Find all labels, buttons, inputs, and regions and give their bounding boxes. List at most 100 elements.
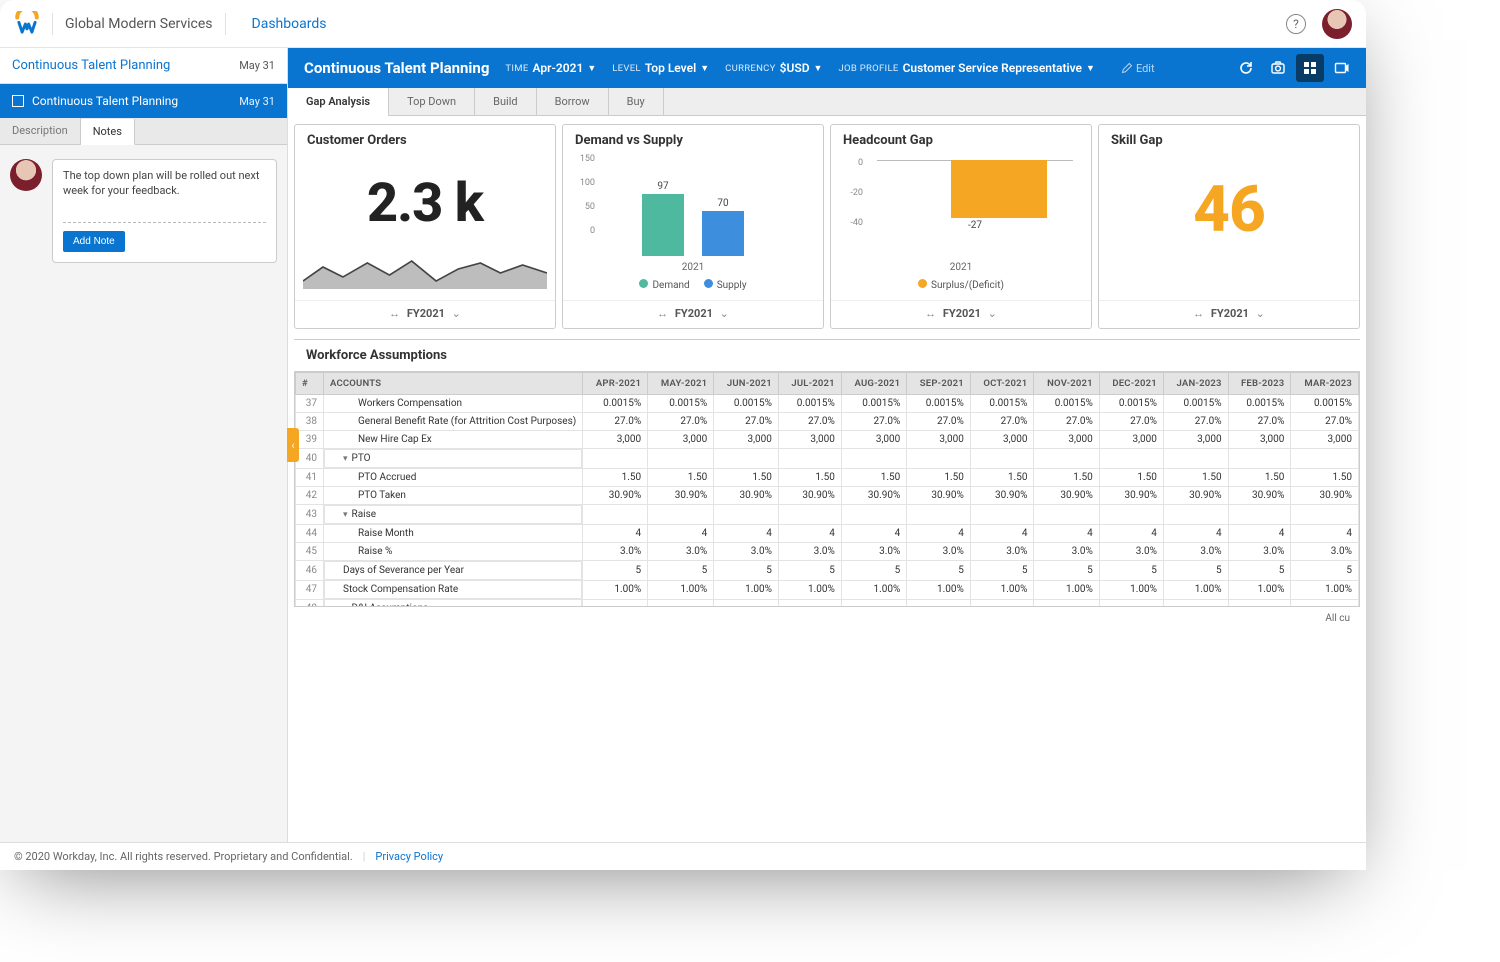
data-cell[interactable] (1163, 599, 1228, 607)
data-cell[interactable]: 5 (583, 561, 648, 581)
account-cell[interactable]: Raise Month (324, 525, 583, 543)
data-cell[interactable] (583, 599, 648, 607)
tab-borrow[interactable]: Borrow (537, 88, 609, 115)
data-cell[interactable]: 27.0% (583, 413, 648, 431)
data-cell[interactable] (778, 599, 841, 607)
data-cell[interactable]: 5 (714, 561, 779, 581)
data-cell[interactable]: 27.0% (1034, 413, 1099, 431)
account-cell[interactable]: General Benefit Rate (for Attrition Cost… (324, 413, 583, 431)
table-header[interactable]: NOV-2021 (1034, 373, 1099, 395)
table-row[interactable]: 42PTO Taken30.90%30.90%30.90%30.90%30.90… (296, 487, 1359, 505)
sidebar-collapse-handle[interactable]: ‹ (287, 428, 299, 462)
table-row[interactable]: 44Raise Month444444444444 (296, 525, 1359, 543)
data-cell[interactable]: 0.0015% (648, 395, 714, 413)
table-row[interactable]: 41PTO Accrued1.501.501.501.501.501.501.5… (296, 469, 1359, 487)
table-header[interactable]: # (296, 373, 324, 395)
data-cell[interactable]: 3,000 (907, 431, 971, 449)
data-cell[interactable] (583, 449, 648, 469)
data-cell[interactable]: 30.90% (1291, 487, 1359, 505)
filter-job-profile[interactable]: JOB PROFILE Customer Service Representat… (838, 61, 1094, 75)
data-cell[interactable]: 1.50 (778, 469, 841, 487)
data-cell[interactable]: 4 (907, 525, 971, 543)
table-header[interactable]: OCT-2021 (970, 373, 1034, 395)
data-cell[interactable]: 3.0% (648, 543, 714, 561)
data-cell[interactable]: 4 (778, 525, 841, 543)
data-cell[interactable]: 30.90% (841, 487, 906, 505)
filter-currency[interactable]: CURRENCY $USD ▼ (725, 61, 822, 75)
data-cell[interactable]: 1.00% (1163, 580, 1228, 599)
data-cell[interactable]: 30.90% (1099, 487, 1163, 505)
data-cell[interactable] (1163, 449, 1228, 469)
data-cell[interactable]: 30.90% (1228, 487, 1291, 505)
data-cell[interactable]: 1.50 (1034, 469, 1099, 487)
data-cell[interactable]: 30.90% (714, 487, 779, 505)
tab-top-down[interactable]: Top Down (389, 88, 475, 115)
data-cell[interactable]: 30.90% (583, 487, 648, 505)
grid-view-icon[interactable] (1296, 54, 1324, 82)
tab-buy[interactable]: Buy (609, 88, 664, 115)
data-cell[interactable]: 5 (1291, 561, 1359, 581)
data-cell[interactable] (970, 599, 1034, 607)
data-cell[interactable]: 1.50 (970, 469, 1034, 487)
data-cell[interactable]: 5 (1099, 561, 1163, 581)
data-cell[interactable]: 3.0% (907, 543, 971, 561)
data-cell[interactable]: 30.90% (778, 487, 841, 505)
data-cell[interactable]: 4 (1034, 525, 1099, 543)
data-cell[interactable] (1034, 449, 1099, 469)
data-cell[interactable] (1099, 449, 1163, 469)
data-cell[interactable]: 27.0% (907, 413, 971, 431)
data-cell[interactable] (1291, 449, 1359, 469)
table-header[interactable]: MAR-2023 (1291, 373, 1359, 395)
data-cell[interactable] (714, 505, 779, 525)
data-cell[interactable]: 3,000 (1163, 431, 1228, 449)
data-cell[interactable]: 4 (583, 525, 648, 543)
data-cell[interactable]: 5 (841, 561, 906, 581)
data-cell[interactable] (1034, 505, 1099, 525)
data-cell[interactable] (970, 449, 1034, 469)
tab-gap-analysis[interactable]: Gap Analysis (288, 88, 389, 115)
data-cell[interactable] (841, 599, 906, 607)
user-avatar[interactable] (1322, 9, 1352, 39)
workforce-table-scroll[interactable]: #ACCOUNTSAPR-2021MAY-2021JUN-2021JUL-202… (294, 371, 1360, 607)
data-cell[interactable]: 27.0% (714, 413, 779, 431)
table-row[interactable]: 43▾Raise (296, 505, 1359, 525)
table-row[interactable]: 48▾D&I Assumptions (296, 599, 1359, 607)
data-cell[interactable]: 0.0015% (714, 395, 779, 413)
data-cell[interactable]: 30.90% (1034, 487, 1099, 505)
data-cell[interactable]: 0.0015% (583, 395, 648, 413)
data-cell[interactable]: 3,000 (970, 431, 1034, 449)
data-cell[interactable]: 30.90% (907, 487, 971, 505)
data-cell[interactable]: 5 (907, 561, 971, 581)
data-cell[interactable]: 1.00% (648, 580, 714, 599)
data-cell[interactable]: 1.50 (841, 469, 906, 487)
filter-time[interactable]: TIME Apr-2021 ▼ (505, 61, 596, 75)
account-cell[interactable]: ▾D&I Assumptions (324, 599, 582, 607)
data-cell[interactable]: 3.0% (778, 543, 841, 561)
data-cell[interactable]: 5 (1034, 561, 1099, 581)
table-header[interactable]: APR-2021 (583, 373, 648, 395)
data-cell[interactable]: 27.0% (970, 413, 1034, 431)
data-cell[interactable]: 3.0% (1163, 543, 1228, 561)
data-cell[interactable]: 0.0015% (970, 395, 1034, 413)
data-cell[interactable] (907, 449, 971, 469)
account-cell[interactable]: PTO Accrued (324, 469, 583, 487)
data-cell[interactable] (1228, 505, 1291, 525)
sidebar-title[interactable]: Continuous Talent Planning (12, 58, 239, 73)
table-row[interactable]: 38General Benefit Rate (for Attrition Co… (296, 413, 1359, 431)
data-cell[interactable]: 1.50 (1163, 469, 1228, 487)
table-header[interactable]: MAY-2021 (648, 373, 714, 395)
data-cell[interactable]: 1.00% (714, 580, 779, 599)
tree-caret-icon[interactable]: ▾ (343, 510, 348, 520)
footer-privacy-link[interactable]: Privacy Policy (375, 850, 443, 863)
data-cell[interactable]: 3.0% (1291, 543, 1359, 561)
data-cell[interactable]: 1.00% (1034, 580, 1099, 599)
data-cell[interactable]: 3.0% (714, 543, 779, 561)
table-header[interactable]: AUG-2021 (841, 373, 906, 395)
tree-caret-icon[interactable]: ▾ (343, 454, 348, 464)
table-header[interactable]: FEB-2023 (1228, 373, 1291, 395)
data-cell[interactable]: 30.90% (970, 487, 1034, 505)
data-cell[interactable]: 27.0% (1291, 413, 1359, 431)
data-cell[interactable]: 3,000 (1034, 431, 1099, 449)
data-cell[interactable]: 1.50 (583, 469, 648, 487)
data-cell[interactable]: 0.0015% (1291, 395, 1359, 413)
